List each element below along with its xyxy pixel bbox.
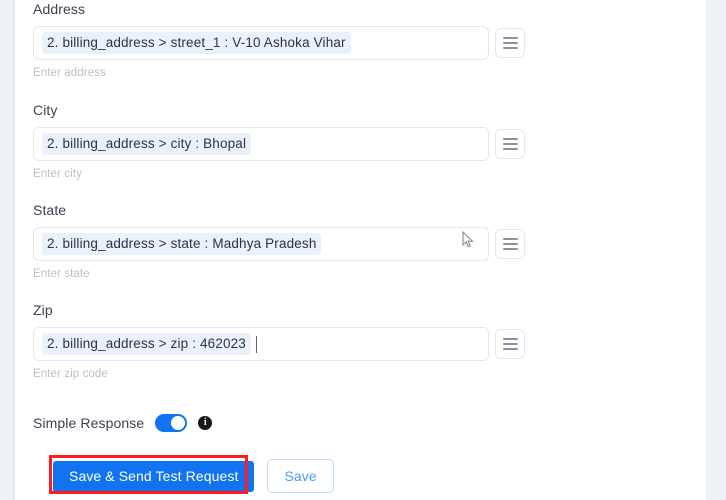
address-input[interactable]: 2. billing_address > street_1 : V-10 Ash… [33,26,489,60]
simple-response-toggle[interactable] [155,414,188,432]
hamburger-icon-state[interactable] [495,229,525,259]
field-group-zip: Zip 2. billing_address > zip : 462023 En… [33,301,573,381]
hamburger-bar [502,243,518,245]
helper-text-state: Enter state [33,268,90,280]
field-label-state: State [33,202,67,218]
input-row-city: 2. billing_address > city : Bhopal [33,127,573,161]
state-input[interactable]: 2. billing_address > state : Madhya Prad… [33,227,489,261]
hamburger-bar [502,148,518,150]
input-row-zip: 2. billing_address > zip : 462023 [33,327,573,361]
hamburger-bar [502,248,518,250]
hamburger-bar [502,338,518,340]
hamburger-bar [502,47,518,49]
helper-text-zip: Enter zip code [33,368,108,380]
toggle-knob [171,416,186,430]
input-row-address: 2. billing_address > street_1 : V-10 Ash… [33,26,573,60]
zip-input[interactable]: 2. billing_address > zip : 462023 [33,327,489,361]
field-label-address: Address [33,1,86,17]
left-page-gutter [0,0,13,500]
save-button[interactable]: Save [267,459,334,493]
hamburger-bar [502,42,518,44]
simple-response-label: Simple Response [33,415,145,431]
address-token[interactable]: 2. billing_address > street_1 : V-10 Ash… [42,32,351,54]
hamburger-bar [502,143,518,145]
field-label-city: City [33,102,58,118]
hamburger-bar [502,238,518,240]
city-input[interactable]: 2. billing_address > city : Bhopal [33,127,489,161]
field-label-zip: Zip [33,302,53,318]
hamburger-icon-city[interactable] [495,129,525,159]
state-token[interactable]: 2. billing_address > state : Madhya Prad… [42,233,322,255]
action-button-row: Save & Send Test Request Save [53,459,334,493]
hamburger-bar [502,348,518,350]
zip-token[interactable]: 2. billing_address > zip : 462023 [42,333,251,355]
hamburger-bar [502,37,518,39]
field-group-state: State 2. billing_address > state : Madhy… [33,201,573,281]
simple-response-row: Simple Response i [33,414,213,432]
helper-text-city: Enter city [33,168,82,180]
form-panel: Address 2. billing_address > street_1 : … [15,0,706,500]
helper-text-address: Enter address [33,67,106,79]
right-page-gutter [706,0,726,500]
hamburger-icon-zip[interactable] [495,329,525,359]
input-row-state: 2. billing_address > state : Madhya Prad… [33,227,573,261]
field-group-city: City 2. billing_address > city : Bhopal … [33,101,573,181]
field-group-address: Address 2. billing_address > street_1 : … [33,0,573,80]
hamburger-bar [502,138,518,140]
city-token[interactable]: 2. billing_address > city : Bhopal [42,133,252,155]
text-caret [255,335,257,353]
app-root: Address 2. billing_address > street_1 : … [0,0,726,500]
save-and-send-test-request-button[interactable]: Save & Send Test Request [53,460,255,492]
hamburger-bar [502,343,518,345]
info-circle-icon[interactable]: i [198,416,213,430]
hamburger-icon-address[interactable] [495,28,525,58]
